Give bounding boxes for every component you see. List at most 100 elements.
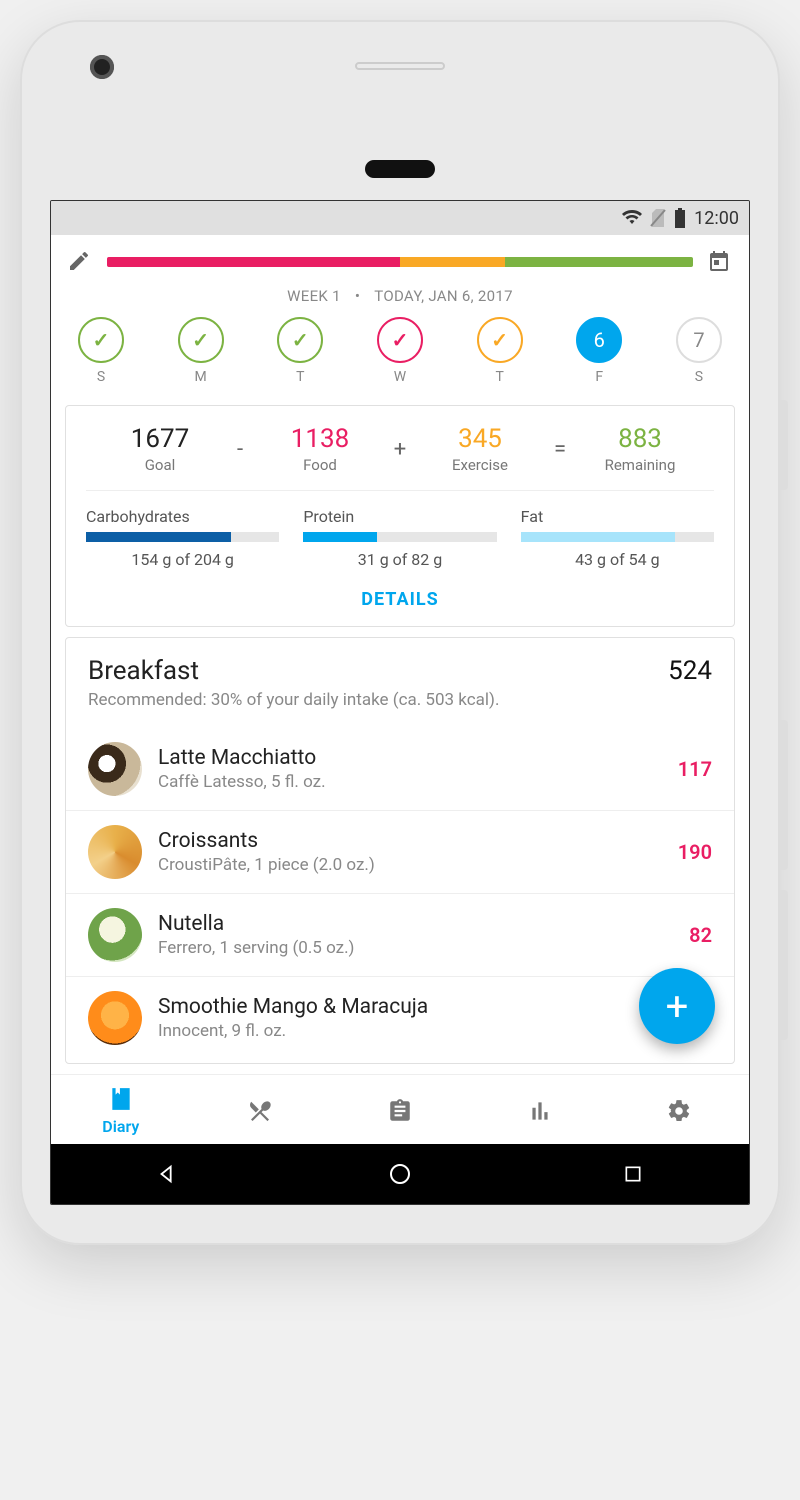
clipboard-icon bbox=[386, 1097, 414, 1125]
progress-seg-food bbox=[107, 257, 400, 267]
utensils-icon bbox=[246, 1097, 274, 1125]
food-calories: 190 bbox=[678, 840, 712, 864]
day-circle: 6 bbox=[576, 317, 622, 363]
status-bar: 12:00 bbox=[51, 201, 749, 235]
op-plus: + bbox=[390, 437, 410, 462]
food-row[interactable]: NutellaFerrero, 1 serving (0.5 oz.)82 bbox=[66, 893, 734, 976]
food-name: Croissants bbox=[158, 829, 662, 853]
nav-stats[interactable] bbox=[470, 1075, 610, 1144]
phone-power-button bbox=[780, 400, 788, 490]
op-eq: = bbox=[550, 437, 570, 462]
screen: 12:00 WEEK 1 • TODAY, JAN 6, bbox=[50, 200, 750, 1205]
day-cell-6[interactable]: 7S bbox=[669, 317, 729, 385]
android-back-icon[interactable] bbox=[154, 1161, 180, 1187]
summary-card: 1677 Goal - 1138 Food + 345 Exercise = 8… bbox=[65, 405, 735, 627]
food-desc: Caffè Latesso, 5 fl. oz. bbox=[158, 772, 662, 792]
food-row[interactable]: Latte MacchiattoCaffè Latesso, 5 fl. oz.… bbox=[66, 728, 734, 810]
food-name: Smoothie Mango & Maracuja bbox=[158, 995, 696, 1019]
food-item: 1138 Food bbox=[250, 424, 390, 474]
op-minus: - bbox=[230, 437, 250, 462]
food-value: 1138 bbox=[250, 424, 390, 454]
day-letter: S bbox=[97, 369, 105, 385]
android-home-icon[interactable] bbox=[387, 1161, 413, 1187]
date-label: TODAY, JAN 6, 2017 bbox=[374, 287, 513, 305]
day-cell-1[interactable]: M bbox=[171, 317, 231, 385]
progress-seg-exercise bbox=[400, 257, 505, 267]
food-info: NutellaFerrero, 1 serving (0.5 oz.) bbox=[158, 912, 673, 958]
day-circle bbox=[78, 317, 124, 363]
meal-title: Breakfast bbox=[88, 656, 199, 686]
day-circle bbox=[377, 317, 423, 363]
remaining-item: 883 Remaining bbox=[570, 424, 710, 474]
status-time: 12:00 bbox=[694, 208, 739, 229]
phone-speaker bbox=[355, 62, 445, 70]
meal-header: Breakfast 524 bbox=[66, 638, 734, 690]
day-cell-4[interactable]: T bbox=[470, 317, 530, 385]
add-food-fab[interactable]: + bbox=[639, 968, 715, 1044]
food-info: CroissantsCroustiPâte, 1 piece (2.0 oz.) bbox=[158, 829, 662, 875]
day-letter: T bbox=[495, 369, 503, 385]
exercise-label: Exercise bbox=[410, 456, 550, 474]
nav-recipes[interactable] bbox=[191, 1075, 331, 1144]
day-cell-5[interactable]: 6F bbox=[569, 317, 629, 385]
details-button[interactable]: DETAILS bbox=[66, 575, 734, 626]
food-calories: 117 bbox=[678, 757, 712, 781]
nav-diary[interactable]: Diary bbox=[51, 1075, 191, 1144]
food-image bbox=[88, 908, 142, 962]
macro-carb-label: Carbohydrates bbox=[86, 507, 279, 526]
food-row[interactable]: Smoothie Mango & MaracujaInnocent, 9 fl.… bbox=[66, 976, 734, 1059]
progress-bar bbox=[107, 257, 693, 267]
day-circle bbox=[277, 317, 323, 363]
goal-item: 1677 Goal bbox=[90, 424, 230, 474]
macro-carb-text: 154 g of 204 g bbox=[86, 550, 279, 569]
food-image bbox=[88, 991, 142, 1045]
goal-label: Goal bbox=[90, 456, 230, 474]
week-row: SMTWT6F7S bbox=[67, 317, 733, 385]
day-circle bbox=[477, 317, 523, 363]
macro-fat-label: Fat bbox=[521, 507, 714, 526]
day-circle: 7 bbox=[676, 317, 722, 363]
food-row[interactable]: CroissantsCroustiPâte, 1 piece (2.0 oz.)… bbox=[66, 810, 734, 893]
nav-plans[interactable] bbox=[330, 1075, 470, 1144]
wifi-icon bbox=[622, 210, 642, 226]
progress-seg-remaining bbox=[505, 257, 693, 267]
date-dot: • bbox=[355, 287, 360, 305]
week-label: WEEK 1 bbox=[287, 287, 341, 305]
macro-fat-bar bbox=[521, 532, 714, 542]
android-nav bbox=[51, 1144, 749, 1204]
gear-icon bbox=[665, 1097, 693, 1125]
header: WEEK 1 • TODAY, JAN 6, 2017 SMTWT6F7S bbox=[51, 235, 749, 395]
macro-prot-text: 31 g of 82 g bbox=[303, 550, 496, 569]
edit-icon[interactable] bbox=[67, 249, 93, 275]
macro-fat: Fat 43 g of 54 g bbox=[521, 507, 714, 569]
food-name: Latte Macchiatto bbox=[158, 746, 662, 770]
date-line: WEEK 1 • TODAY, JAN 6, 2017 bbox=[67, 287, 733, 305]
food-image bbox=[88, 742, 142, 796]
phone-volume-up bbox=[780, 720, 788, 870]
day-cell-0[interactable]: S bbox=[71, 317, 131, 385]
remaining-value: 883 bbox=[570, 424, 710, 454]
meal-subtitle: Recommended: 30% of your daily intake (c… bbox=[66, 690, 734, 720]
meal-total: 524 bbox=[668, 656, 712, 686]
plus-icon: + bbox=[666, 983, 689, 1030]
nav-settings[interactable] bbox=[609, 1075, 749, 1144]
goal-value: 1677 bbox=[90, 424, 230, 454]
food-name: Nutella bbox=[158, 912, 673, 936]
day-letter: W bbox=[394, 369, 406, 385]
food-desc: Innocent, 9 fl. oz. bbox=[158, 1021, 696, 1041]
android-recent-icon[interactable] bbox=[620, 1161, 646, 1187]
diary-icon bbox=[107, 1085, 135, 1113]
food-desc: CroustiPâte, 1 piece (2.0 oz.) bbox=[158, 855, 662, 875]
divider bbox=[86, 490, 714, 491]
macro-row: Carbohydrates 154 g of 204 g Protein 31 … bbox=[66, 497, 734, 575]
day-cell-3[interactable]: W bbox=[370, 317, 430, 385]
macro-prot-bar bbox=[303, 532, 496, 542]
remaining-label: Remaining bbox=[570, 456, 710, 474]
macro-carb-bar bbox=[86, 532, 279, 542]
food-label: Food bbox=[250, 456, 390, 474]
food-info: Smoothie Mango & MaracujaInnocent, 9 fl.… bbox=[158, 995, 696, 1041]
day-cell-2[interactable]: T bbox=[270, 317, 330, 385]
no-sim-icon bbox=[650, 209, 666, 227]
calendar-icon[interactable] bbox=[707, 249, 733, 275]
nav-diary-label: Diary bbox=[102, 1117, 139, 1136]
